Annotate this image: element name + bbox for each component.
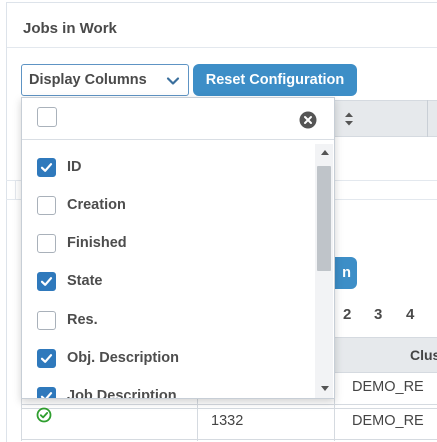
display-columns-dropdown: ID Creation Finished State Res. Obj. Descript… [21, 97, 335, 399]
sort-icon[interactable] [344, 111, 354, 127]
column-option-label: Obj. Description [67, 350, 179, 366]
display-columns-select[interactable]: Display Columns [21, 64, 189, 96]
checkmark-icon [40, 277, 53, 286]
scroll-up-arrow-icon[interactable] [321, 150, 329, 155]
column-option-label: Job Description [67, 388, 177, 399]
page-link-3[interactable]: 3 [374, 306, 382, 323]
checkmark-icon [40, 392, 53, 398]
cell-border [197, 405, 198, 441]
page-link-2[interactable]: 2 [343, 306, 351, 323]
cell-border [334, 405, 335, 441]
display-columns-label: Display Columns [29, 72, 147, 88]
column-option[interactable]: ID [22, 149, 316, 187]
clear-icon[interactable] [299, 111, 317, 129]
column-option[interactable]: Job Description [22, 378, 316, 399]
reset-configuration-button[interactable]: Reset Configuration [193, 64, 357, 96]
scrollbar-thumb[interactable] [317, 166, 331, 271]
scroll-down-arrow-icon[interactable] [321, 386, 329, 391]
cell-border [21, 405, 22, 441]
checkbox-checked[interactable] [37, 349, 56, 368]
panel-divider [7, 47, 437, 48]
table-row[interactable]: 1332 DEMO_RE [21, 404, 437, 441]
column-option-label: Creation [67, 197, 126, 213]
page-link-4[interactable]: 4 [406, 306, 414, 323]
check-circle-icon [36, 407, 52, 423]
column-option[interactable]: Obj. Description [22, 340, 316, 378]
checkbox-checked[interactable] [37, 387, 56, 398]
cell-cluster: DEMO_RE [352, 413, 424, 429]
column-header-label: Clus [410, 347, 437, 363]
chevron-down-icon [166, 77, 180, 85]
panel-title: Jobs in Work [23, 20, 117, 37]
checkbox-unchecked[interactable] [37, 234, 56, 253]
column-option[interactable]: State [22, 263, 316, 301]
filter-row [22, 98, 334, 140]
checkmark-icon [40, 354, 53, 363]
checkbox-unchecked[interactable] [37, 196, 56, 215]
column-option-label: Finished [67, 235, 127, 251]
column-option-label: State [67, 273, 103, 289]
column-divider [427, 100, 428, 137]
column-option-label: ID [67, 159, 82, 175]
checkbox-checked[interactable] [37, 158, 56, 177]
select-all-checkbox[interactable] [37, 107, 57, 127]
column-option[interactable]: Res. [22, 302, 316, 340]
column-option[interactable]: Finished [22, 225, 316, 263]
checkmark-icon [40, 163, 53, 172]
column-header-cluster[interactable]: Clus [334, 337, 437, 373]
column-option-label: Res. [67, 312, 98, 328]
checkbox-unchecked[interactable] [37, 311, 56, 330]
checkbox-checked[interactable] [37, 272, 56, 291]
cell-cluster: DEMO_RE [352, 379, 424, 395]
column-option[interactable]: Creation [22, 187, 316, 225]
section-tab [6, 181, 16, 199]
cell-id: 1332 [211, 413, 244, 429]
